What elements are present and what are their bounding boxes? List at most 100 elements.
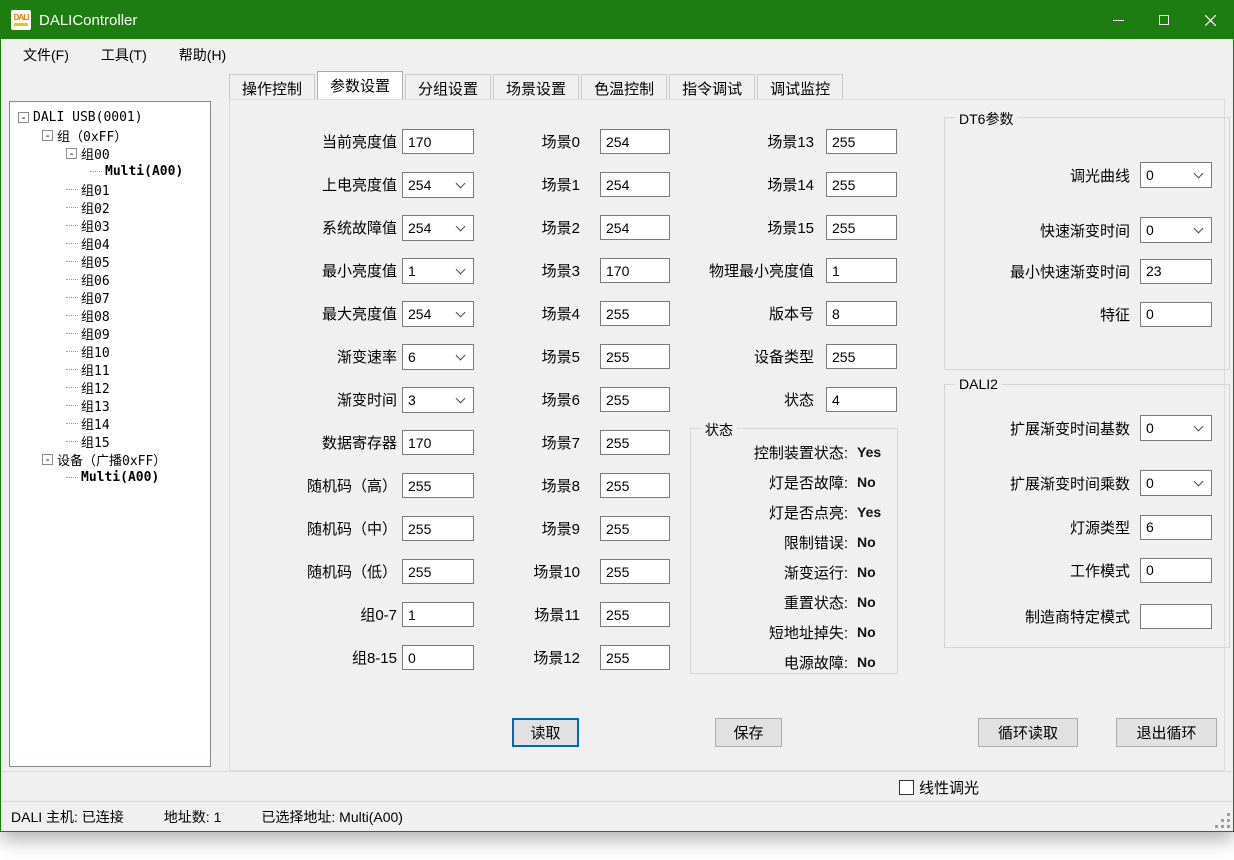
combo-box[interactable]: 0 xyxy=(1140,415,1212,441)
field-label: 随机码（中） xyxy=(250,518,397,539)
maximize-button[interactable] xyxy=(1141,1,1187,39)
text-input[interactable] xyxy=(826,129,897,154)
loop-read-button[interactable]: 循环读取 xyxy=(978,718,1078,747)
tree-node-19[interactable]: -设备（广播0xFF） xyxy=(10,450,210,468)
status-label: 电源故障: xyxy=(691,652,848,673)
status-value: No xyxy=(857,564,876,580)
combo-box[interactable]: 0 xyxy=(1140,470,1212,496)
text-input[interactable] xyxy=(1140,259,1212,284)
field-label: 随机码（高） xyxy=(250,475,397,496)
collapse-icon[interactable]: - xyxy=(42,454,53,465)
tree-node-7[interactable]: 组04 xyxy=(10,234,210,252)
field-label: 调光曲线 xyxy=(945,165,1130,186)
exit-loop-button[interactable]: 退出循环 xyxy=(1116,718,1217,747)
tab-4[interactable]: 色温控制 xyxy=(581,74,667,99)
collapse-icon[interactable]: - xyxy=(42,130,53,141)
text-input[interactable] xyxy=(600,473,670,498)
menu-help[interactable]: 帮助(H) xyxy=(167,40,238,70)
tree-node-18[interactable]: 组15 xyxy=(10,432,210,450)
tree-node-label: 组03 xyxy=(81,216,110,235)
read-button[interactable]: 读取 xyxy=(512,718,579,747)
text-input[interactable] xyxy=(826,387,897,412)
text-input[interactable] xyxy=(1140,302,1212,327)
text-input[interactable] xyxy=(826,301,897,326)
text-input[interactable] xyxy=(1140,558,1212,583)
field-label: 工作模式 xyxy=(945,560,1130,581)
tree-connector xyxy=(66,369,78,370)
field-label: 场景4 xyxy=(460,303,580,324)
tree-node-label: 组01 xyxy=(81,180,110,199)
tree-node-8[interactable]: 组05 xyxy=(10,252,210,270)
tree-node-6[interactable]: 组03 xyxy=(10,216,210,234)
save-button[interactable]: 保存 xyxy=(715,718,782,747)
status-value: No xyxy=(857,654,876,670)
tree-node-label: 组13 xyxy=(81,396,110,415)
field-row: 最大亮度值254 xyxy=(250,292,474,335)
collapse-icon[interactable]: - xyxy=(66,148,77,159)
tab-6[interactable]: 调试监控 xyxy=(757,74,843,99)
text-input[interactable] xyxy=(1140,515,1212,540)
menu-file[interactable]: 文件(F) xyxy=(11,40,81,70)
tree-connector xyxy=(66,261,78,262)
tree-node-15[interactable]: 组12 xyxy=(10,378,210,396)
status-bar: DALI 主机: 已连接 地址数: 1 已选择地址: Multi(A00) xyxy=(1,801,1233,831)
combo-value: 3 xyxy=(408,392,416,408)
tree-node-5[interactable]: 组02 xyxy=(10,198,210,216)
tree-node-20[interactable]: Multi(A00) xyxy=(10,468,210,486)
tree-node-0[interactable]: -DALI USB(0001) xyxy=(10,108,210,126)
combo-box[interactable]: 0 xyxy=(1140,217,1212,243)
text-input[interactable] xyxy=(600,645,670,670)
field-row: 场景12 xyxy=(460,636,670,679)
menu-tools[interactable]: 工具(T) xyxy=(89,40,159,70)
tree-node-13[interactable]: 组10 xyxy=(10,342,210,360)
field-row: 随机码（低） xyxy=(250,550,474,593)
tree-node-12[interactable]: 组09 xyxy=(10,324,210,342)
tree-node-label: Multi(A00) xyxy=(81,470,159,485)
collapse-icon[interactable]: - xyxy=(18,112,29,123)
field-label: 场景14 xyxy=(650,174,814,195)
app-window: DALI DALIController 文件(F) 工具(T) 帮助(H) -D… xyxy=(0,0,1234,832)
tab-2[interactable]: 分组设置 xyxy=(405,74,491,99)
text-input[interactable] xyxy=(600,430,670,455)
text-input[interactable] xyxy=(600,516,670,541)
tab-5[interactable]: 指令调试 xyxy=(669,74,755,99)
text-input[interactable] xyxy=(826,215,897,240)
close-button[interactable] xyxy=(1187,1,1233,39)
window-controls xyxy=(1095,1,1233,39)
app-logo-text: DALI xyxy=(14,14,29,22)
tab-1[interactable]: 参数设置 xyxy=(317,71,403,99)
field-label: 场景1 xyxy=(460,174,580,195)
linear-dimming-checkbox[interactable] xyxy=(899,780,914,795)
tab-0[interactable]: 操作控制 xyxy=(229,74,315,99)
minimize-button[interactable] xyxy=(1095,1,1141,39)
tree-connector xyxy=(66,225,78,226)
tree-node-11[interactable]: 组08 xyxy=(10,306,210,324)
text-input[interactable] xyxy=(600,602,670,627)
tree-node-9[interactable]: 组06 xyxy=(10,270,210,288)
tree-node-3[interactable]: Multi(A00) xyxy=(10,162,210,180)
tree-node-17[interactable]: 组14 xyxy=(10,414,210,432)
tree-node-14[interactable]: 组11 xyxy=(10,360,210,378)
field-label: 上电亮度值 xyxy=(250,174,397,195)
tree-node-1[interactable]: -组（0xFF） xyxy=(10,126,210,144)
field-label: 当前亮度值 xyxy=(250,131,397,152)
text-input[interactable] xyxy=(600,559,670,584)
combo-value: 0 xyxy=(1146,475,1154,491)
tree-node-4[interactable]: 组01 xyxy=(10,180,210,198)
linear-dimming-option[interactable]: 线性调光 xyxy=(899,777,979,798)
tree-node-16[interactable]: 组13 xyxy=(10,396,210,414)
close-icon xyxy=(1205,15,1216,26)
tab-3[interactable]: 场景设置 xyxy=(493,74,579,99)
text-input[interactable] xyxy=(826,344,897,369)
tree-node-label: 组12 xyxy=(81,378,110,397)
text-input[interactable] xyxy=(826,172,897,197)
text-input[interactable] xyxy=(1140,604,1212,629)
tree-node-10[interactable]: 组07 xyxy=(10,288,210,306)
text-input[interactable] xyxy=(826,258,897,283)
status-value: Yes xyxy=(857,504,881,520)
resize-grip[interactable] xyxy=(1215,813,1230,828)
field-row: 组0-7 xyxy=(250,593,474,636)
combo-box[interactable]: 0 xyxy=(1140,162,1212,188)
tree-node-2[interactable]: -组00 xyxy=(10,144,210,162)
field-row: 场景4 xyxy=(460,292,670,335)
